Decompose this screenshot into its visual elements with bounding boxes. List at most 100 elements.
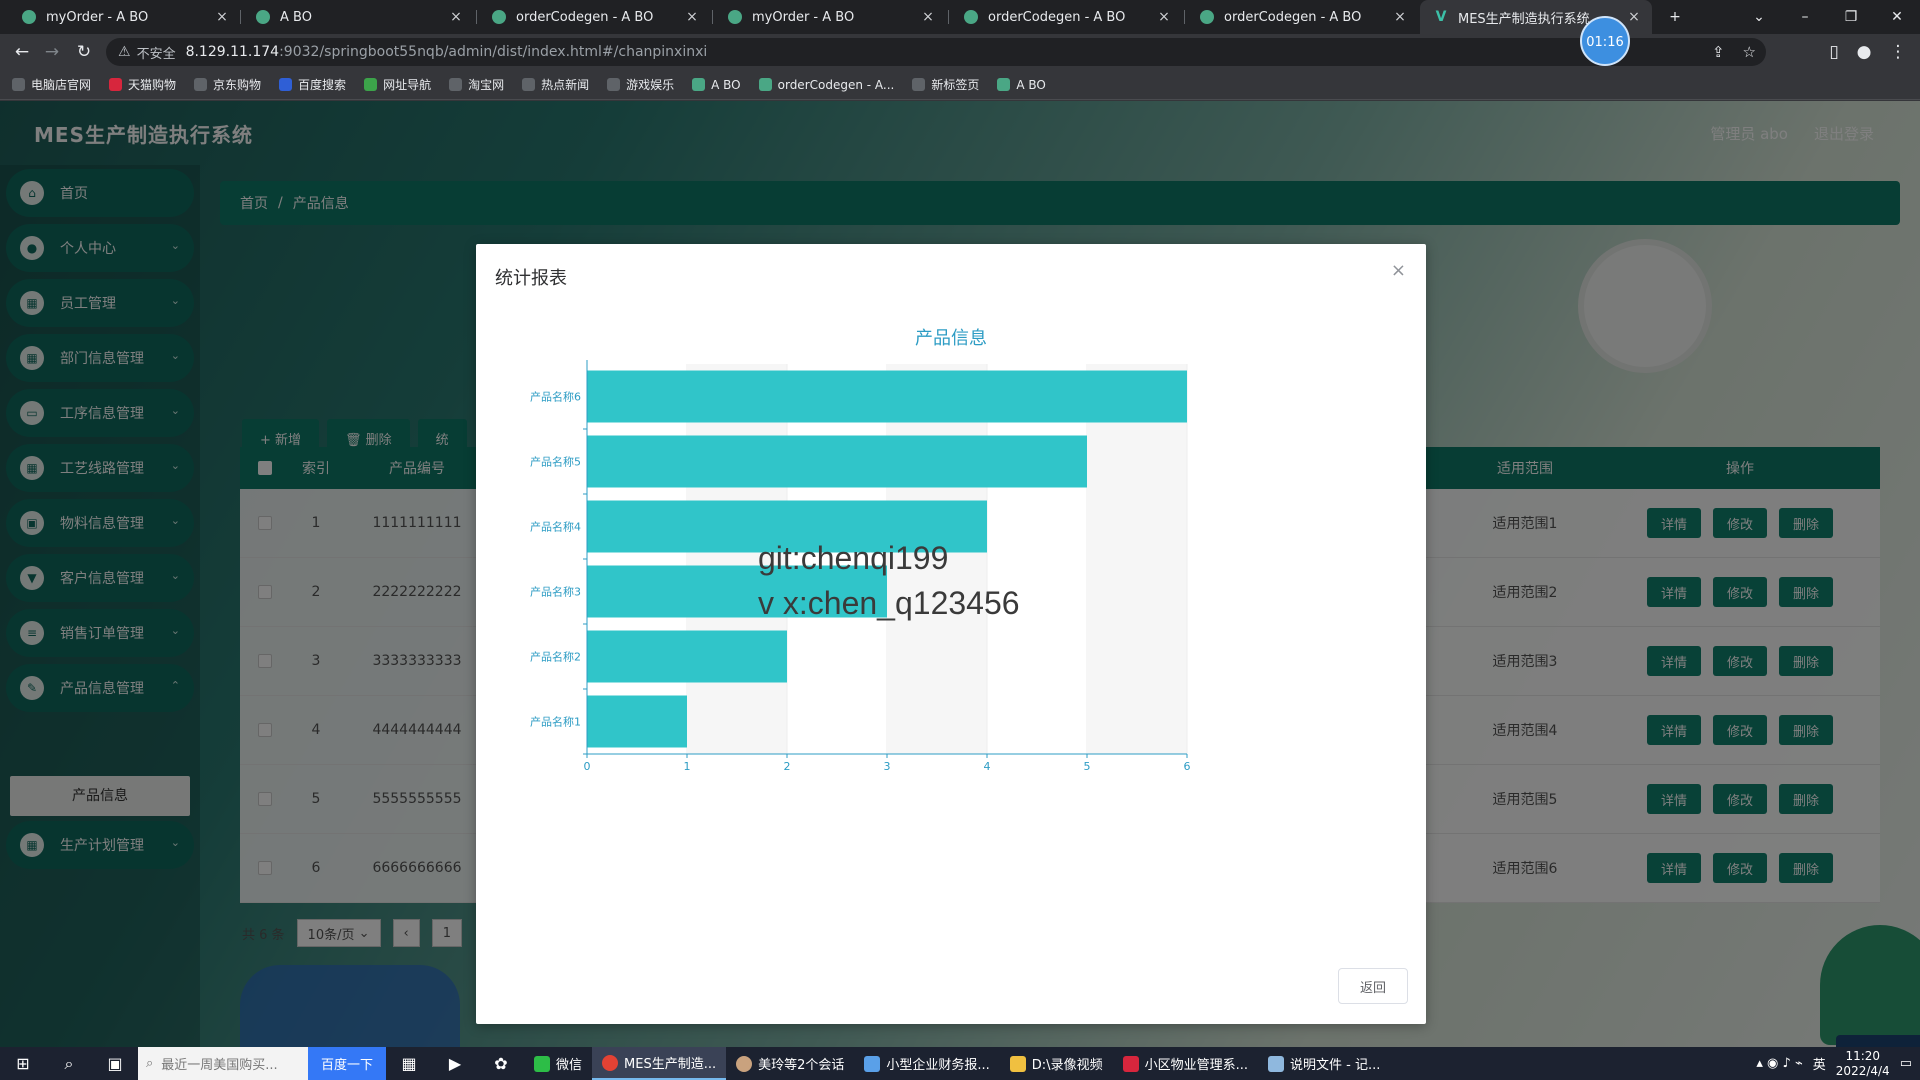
tab-title: orderCodegen - A BO xyxy=(988,9,1126,25)
bookmark-item[interactable]: 电脑店官网 xyxy=(12,76,91,93)
flower-app-icon[interactable]: ✿ xyxy=(478,1047,524,1080)
tab-search-icon[interactable]: ⌄ xyxy=(1736,0,1782,34)
bookmark-item[interactable]: 网址导航 xyxy=(364,76,431,93)
taskbar-app-notepad[interactable]: 说明文件 - 记... xyxy=(1258,1047,1390,1080)
x-tick-label: 4 xyxy=(984,760,991,773)
media-player-icon[interactable]: ▶ xyxy=(432,1047,478,1080)
browser-tab[interactable]: myOrder - A BO × xyxy=(8,0,240,34)
y-tick-label: 产品名称6 xyxy=(530,390,581,404)
tab-title: orderCodegen - A BO xyxy=(516,9,654,25)
menu-kebab-icon[interactable]: ⋮ xyxy=(1886,40,1910,64)
bookmark-item[interactable]: 天猫购物 xyxy=(109,76,176,93)
bookmark-item[interactable]: A BO xyxy=(997,78,1046,92)
clock-date: 2022/4/4 xyxy=(1835,1063,1890,1078)
taskbar-app-chat[interactable]: 美玲等2个会话 xyxy=(726,1047,854,1080)
avatar xyxy=(736,1055,753,1072)
notification-icon[interactable]: ▭ xyxy=(1900,1056,1912,1071)
taskbar-app-folder[interactable]: D:\录像视频 xyxy=(1000,1047,1113,1080)
watermark-line-1: git:chenqi199 xyxy=(758,540,949,576)
y-tick-label: 产品名称2 xyxy=(530,650,581,664)
url-path: :9032/springboot55nqb/admin/dist/index.h… xyxy=(279,44,708,60)
browser-tab[interactable]: orderCodegen - A BO × xyxy=(478,0,710,34)
os-taskbar: ⊞ ⌕ ▣ ⌕ 最近一周美国购买... 百度一下 ▦ ▶ ✿ 微信 MES生产制… xyxy=(0,1047,1920,1080)
taskbar-app-wechat[interactable]: 微信 xyxy=(524,1047,592,1080)
taskbar-app-chrome[interactable]: MES生产制造... xyxy=(592,1047,727,1080)
close-window-button[interactable]: ✕ xyxy=(1874,0,1920,34)
reload-icon[interactable]: ↻ xyxy=(72,40,96,64)
close-tab-icon[interactable]: × xyxy=(1626,9,1642,25)
site-icon xyxy=(692,78,706,91)
bookmark-item[interactable]: 新标签页 xyxy=(912,76,979,93)
baidu-search-button[interactable]: 百度一下 xyxy=(308,1047,386,1080)
bookmark-icon xyxy=(109,78,123,91)
taskbar-app-finance[interactable]: 小型企业财务报... xyxy=(854,1047,999,1080)
bar xyxy=(587,630,787,683)
globe-icon xyxy=(607,78,621,91)
minimize-button[interactable]: – xyxy=(1782,0,1828,34)
search-icon[interactable]: ⌕ xyxy=(46,1047,92,1080)
y-tick-label: 产品名称1 xyxy=(530,715,581,729)
close-tab-icon[interactable]: × xyxy=(214,9,230,25)
back-icon[interactable]: ← xyxy=(10,40,34,64)
profile-icon[interactable]: ● xyxy=(1852,40,1876,64)
bookmarks-bar: 电脑店官网 天猫购物 京东购物 百度搜索 网址导航 淘宝网 热点新闻 游戏娱乐 … xyxy=(0,70,1920,100)
site-icon xyxy=(256,10,270,24)
system-clock[interactable]: 11:20 2022/4/4 xyxy=(1836,1049,1890,1079)
x-tick-label: 6 xyxy=(1184,760,1191,773)
bookmark-item[interactable]: A BO xyxy=(692,78,741,92)
site-icon xyxy=(492,10,506,24)
browser-tab[interactable]: A BO × xyxy=(242,0,474,34)
bookmark-item[interactable]: 百度搜索 xyxy=(279,76,346,93)
bookmark-icon xyxy=(279,78,293,91)
browser-tab[interactable]: orderCodegen - A BO × xyxy=(950,0,1182,34)
ime-indicator[interactable]: 英 xyxy=(1813,1054,1826,1073)
browser-tab[interactable]: myOrder - A BO × xyxy=(714,0,946,34)
site-icon xyxy=(728,10,742,24)
forward-icon[interactable]: → xyxy=(40,40,64,64)
tray-icons[interactable]: ▴ ◉ ♪ ⌁ xyxy=(1756,1056,1802,1071)
bookmark-item[interactable]: orderCodegen - A... xyxy=(758,78,894,92)
taskbar-app-property[interactable]: 小区物业管理系... xyxy=(1113,1047,1258,1080)
bookmark-item[interactable]: 热点新闻 xyxy=(522,76,589,93)
bookmark-item[interactable]: 淘宝网 xyxy=(449,76,504,93)
globe-icon xyxy=(449,78,463,91)
site-icon xyxy=(997,78,1011,91)
close-tab-icon[interactable]: × xyxy=(448,9,464,25)
browser-tabstrip: myOrder - A BO × A BO × orderCodegen - A… xyxy=(0,0,1920,34)
address-bar-row: ← → ↻ ⚠ 不安全 8.129.11.174 :9032/springboo… xyxy=(0,34,1920,70)
vue-icon: V xyxy=(1435,9,1447,25)
windows-start-icon[interactable]: ⊞ xyxy=(0,1047,46,1080)
site-icon xyxy=(964,10,978,24)
app-tiles-icon[interactable]: ▦ xyxy=(386,1047,432,1080)
close-tab-icon[interactable]: × xyxy=(1392,9,1408,25)
back-button[interactable]: 返回 xyxy=(1338,968,1408,1004)
bookmark-icon xyxy=(364,78,378,91)
document-icon xyxy=(864,1055,881,1072)
bookmark-icon xyxy=(12,78,25,91)
system-tray: ▴ ◉ ♪ ⌁ 英 11:20 2022/4/4 ▭ xyxy=(1756,1049,1920,1079)
bookmark-item[interactable]: 京东购物 xyxy=(194,76,261,93)
x-tick-label: 1 xyxy=(684,760,691,773)
y-tick-label: 产品名称3 xyxy=(530,585,581,599)
url-field[interactable]: ⚠ 不安全 8.129.11.174 :9032/springboot55nqb… xyxy=(106,38,1766,66)
globe-icon xyxy=(912,78,926,91)
folder-icon xyxy=(1009,1055,1026,1072)
notepad-icon xyxy=(1267,1055,1284,1072)
share-icon[interactable]: ⇪ xyxy=(1712,43,1725,61)
globe-icon xyxy=(522,78,536,91)
close-tab-icon[interactable]: × xyxy=(684,9,700,25)
taskbar-search-input[interactable]: ⌕ 最近一周美国购买... xyxy=(138,1047,308,1080)
task-view-icon[interactable]: ▣ xyxy=(92,1047,138,1080)
vcode-icon xyxy=(1122,1055,1139,1072)
bookmark-star-icon[interactable]: ☆ xyxy=(1743,43,1756,61)
site-icon xyxy=(22,10,36,24)
new-tab-button[interactable]: + xyxy=(1652,0,1698,34)
sidepanel-icon[interactable]: ▯ xyxy=(1822,40,1846,64)
bookmark-item[interactable]: 游戏娱乐 xyxy=(607,76,674,93)
watermark-line-2: v x:chen_q123456 xyxy=(758,585,1020,621)
restore-button[interactable]: ❐ xyxy=(1828,0,1874,34)
close-tab-icon[interactable]: × xyxy=(1156,9,1172,25)
browser-tab[interactable]: orderCodegen - A BO × xyxy=(1186,0,1418,34)
close-tab-icon[interactable]: × xyxy=(920,9,936,25)
x-tick-label: 2 xyxy=(784,760,791,773)
